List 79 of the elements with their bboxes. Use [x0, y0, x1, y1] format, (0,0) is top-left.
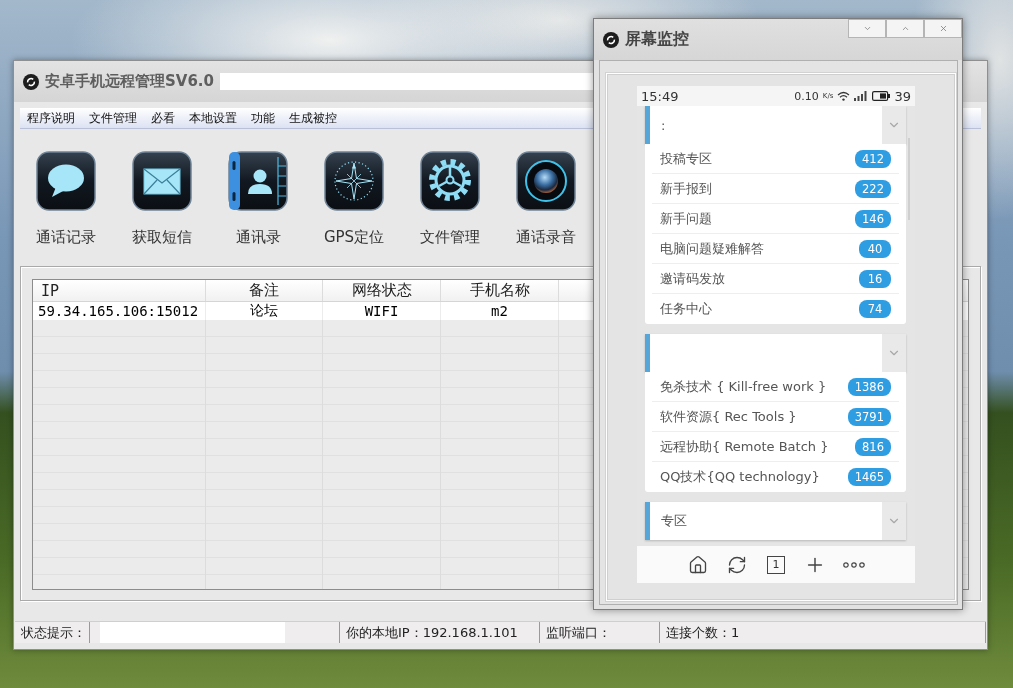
address-book-icon	[228, 151, 288, 211]
menu-item[interactable]: 程序说明	[20, 108, 82, 128]
refresh-icon	[727, 554, 747, 575]
status-text: 状态提示：	[21, 623, 86, 642]
count-badge: 3791	[847, 407, 891, 426]
count-badge: 74	[859, 300, 891, 318]
toolbar-button[interactable]: 通讯录	[212, 151, 304, 246]
column-header[interactable]: 网络状态	[323, 280, 441, 301]
window-title: 安卓手机远程管理SV6.0	[45, 72, 214, 91]
table-cell: 论坛	[206, 302, 323, 320]
category-name[interactable]: 新手报到	[660, 179, 712, 198]
section-title: 专区	[660, 512, 687, 530]
section-title: :	[660, 116, 666, 135]
home-icon	[688, 554, 708, 575]
minimize-button[interactable]	[848, 19, 886, 38]
table-cell: WIFI	[323, 302, 441, 320]
section-header[interactable]: 专区	[645, 502, 906, 540]
home-button[interactable]	[687, 553, 709, 576]
column-header[interactable]: IP	[33, 280, 206, 301]
network-speed-text: 0.10	[794, 90, 819, 102]
count-badge: 16	[859, 269, 891, 288]
count-badge: 222	[855, 179, 891, 198]
category-name[interactable]: 免杀技术 { Kill-free work }	[660, 377, 827, 396]
battery-icon	[872, 91, 891, 101]
expand-button[interactable]	[882, 334, 906, 372]
category-name[interactable]: 远程协助{ Remote Batch }	[660, 437, 829, 456]
status-text: 你的本地IP：192.168.1.101	[346, 623, 518, 642]
toolbar-button[interactable]: GPS定位	[308, 151, 400, 246]
envelope-icon	[132, 151, 192, 211]
table-cell: m2	[441, 302, 559, 320]
status-text: 监听端口：	[546, 623, 611, 642]
menu-item[interactable]: 生成被控	[282, 108, 344, 128]
category-name[interactable]: 电脑问题疑难解答	[660, 239, 764, 258]
lens-icon	[516, 151, 576, 211]
close-button[interactable]	[924, 19, 962, 38]
compass-icon	[324, 151, 384, 211]
menu-item[interactable]: 必看	[144, 108, 182, 128]
wifi-icon	[837, 91, 851, 101]
swirl-logo-icon	[23, 73, 39, 90]
section-header[interactable]	[645, 334, 906, 372]
category-name[interactable]: 软件资源{ Rec Tools }	[660, 407, 797, 426]
table-cell: 59.34.165.106:15012	[33, 302, 206, 320]
gear-icon	[420, 151, 480, 211]
window-title: 屏幕监控	[625, 29, 689, 50]
chevron-up-icon	[900, 24, 910, 33]
clock-text: 15:49	[641, 89, 679, 103]
battery-level-text: 39	[894, 89, 911, 103]
close-icon	[938, 24, 948, 33]
category-name[interactable]: QQ技术{QQ technology}	[660, 468, 820, 486]
count-badge: 816	[855, 437, 891, 456]
count-badge: 40	[859, 239, 891, 258]
speech-bubble-icon	[36, 151, 96, 211]
count-badge: 1465	[847, 468, 891, 486]
maximize-button[interactable]	[886, 19, 924, 38]
menu-item[interactable]: 文件管理	[82, 108, 144, 128]
more-icon	[843, 561, 865, 568]
signal-bars-icon	[854, 91, 869, 101]
expand-button[interactable]	[882, 106, 906, 144]
count-badge: 412	[855, 149, 891, 168]
category-name[interactable]: 邀请码发放	[660, 269, 725, 288]
menu-item[interactable]: 功能	[244, 108, 282, 128]
toolbar-button[interactable]: 通话录音	[500, 151, 592, 246]
category-name[interactable]: 任务中心	[660, 300, 712, 318]
toolbar-button[interactable]: 文件管理	[404, 151, 496, 246]
menu-item[interactable]: 本地设置	[182, 108, 244, 128]
category-name[interactable]: 新手问题	[660, 209, 712, 228]
count-badge: 1386	[847, 377, 891, 396]
count-badge: 146	[855, 209, 891, 228]
category-name[interactable]: 投稿专区	[660, 149, 712, 168]
column-header[interactable]: 备注	[206, 280, 323, 301]
tabs-button[interactable]: 1	[767, 555, 785, 574]
toolbar-button[interactable]: 通话记录	[20, 151, 112, 246]
toolbar-button[interactable]: 获取短信	[116, 151, 208, 246]
swirl-logo-icon	[603, 31, 619, 48]
chevron-down-icon	[862, 24, 872, 33]
status-text: 连接个数：1	[666, 623, 740, 642]
section-header[interactable]: :	[645, 106, 906, 144]
column-header[interactable]: 手机名称	[441, 280, 559, 301]
expand-button[interactable]	[882, 502, 906, 540]
